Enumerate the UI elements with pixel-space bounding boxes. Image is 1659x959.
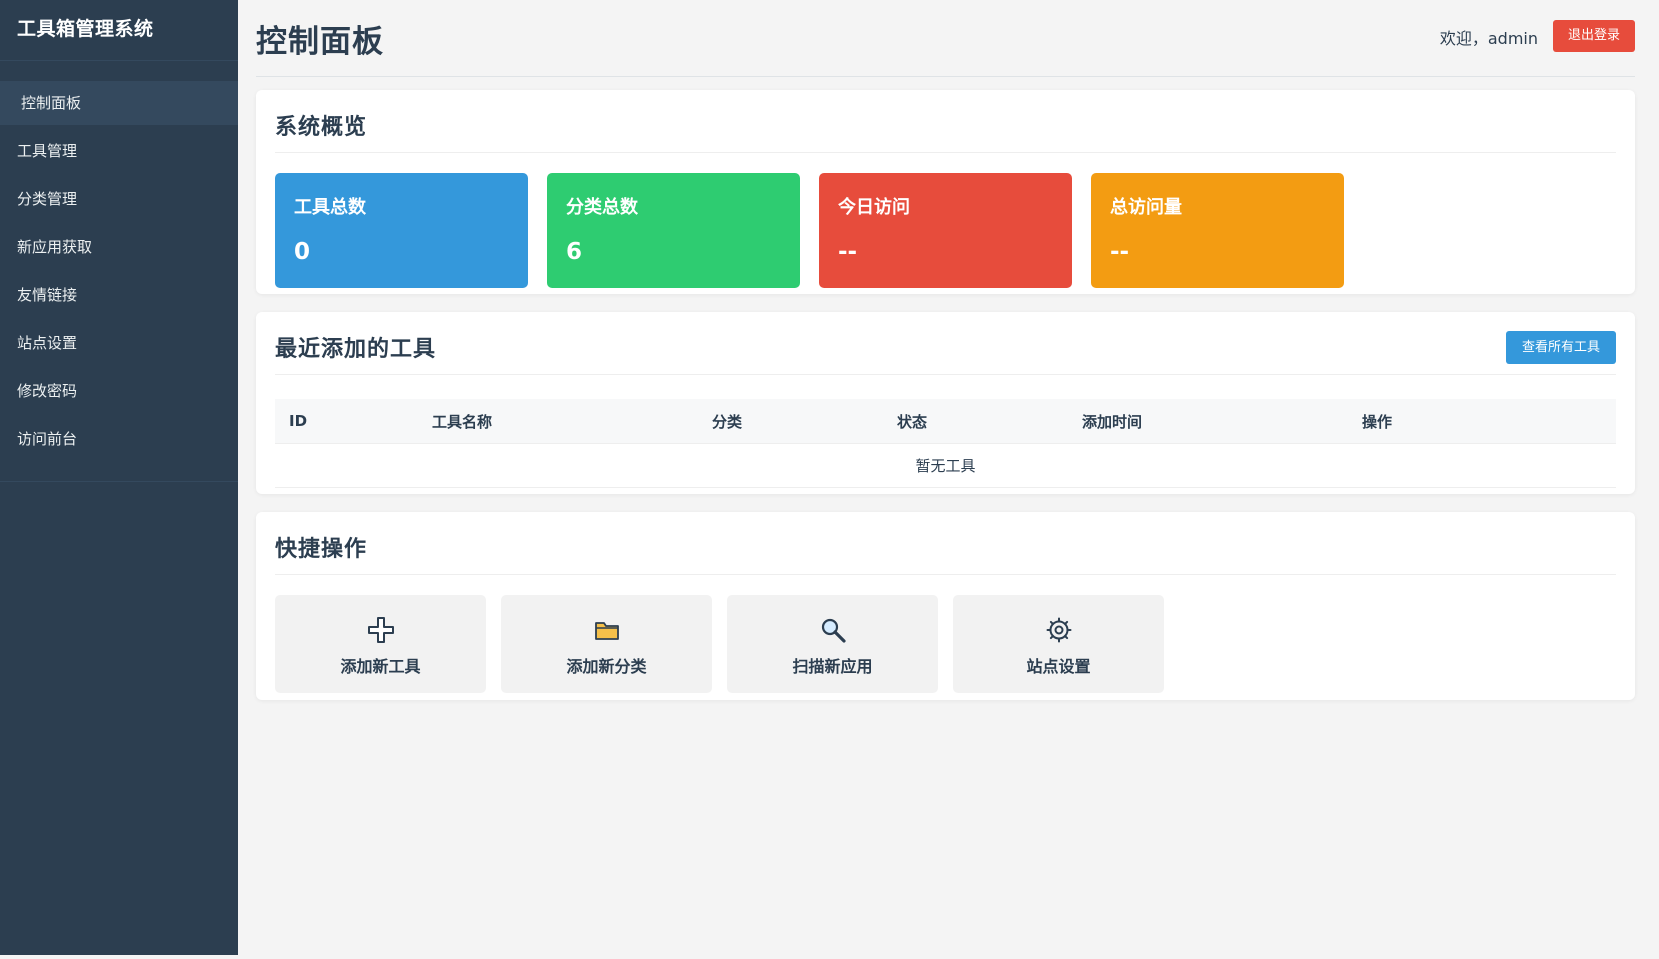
sidebar-nav: 控制面板 工具管理 分类管理 新应用获取 友情链接 站点设置 修改密码 访问前台 — [0, 81, 238, 482]
tools-table: ID 工具名称 分类 状态 添加时间 操作 暂无工具 — [275, 399, 1616, 488]
sidebar-item-tools[interactable]: 工具管理 — [0, 129, 238, 173]
action-label: 添加新工具 — [340, 657, 421, 676]
overview-title: 系统概览 — [275, 115, 368, 140]
gear-icon — [953, 615, 1164, 645]
recent-tools-card: 最近添加的工具 查看所有工具 ID 工具名称 分类 状态 添加时间 操作 暂无工… — [256, 312, 1635, 494]
plus-icon — [275, 615, 486, 645]
recent-tools-title: 最近添加的工具 — [275, 337, 437, 362]
site-settings-button[interactable]: 站点设置 — [953, 595, 1164, 693]
column-header-actions[interactable]: 操作 — [1362, 399, 1616, 444]
logout-button[interactable]: 退出登录 — [1553, 20, 1635, 52]
column-header-status[interactable]: 状态 — [897, 399, 1082, 444]
stat-value: -- — [838, 239, 858, 265]
app-window: 工具箱管理系统 控制面板 工具管理 分类管理 新应用获取 友情链接 站点设置 修… — [0, 0, 1659, 959]
scan-apps-button[interactable]: 扫描新应用 — [727, 595, 938, 693]
sidebar-item-categories[interactable]: 分类管理 — [0, 177, 238, 221]
add-tool-button[interactable]: 添加新工具 — [275, 595, 486, 693]
column-header-id[interactable]: ID — [275, 399, 432, 444]
action-label: 站点设置 — [1026, 657, 1091, 676]
folder-icon — [501, 615, 712, 645]
welcome-text: 欢迎，admin — [1439, 29, 1538, 48]
page-title: 控制面板 — [256, 24, 384, 60]
quick-actions-header: 快捷操作 — [275, 512, 1616, 575]
stat-label: 总访问量 — [1110, 197, 1182, 218]
action-label: 扫描新应用 — [792, 657, 873, 676]
stat-value: 0 — [294, 239, 311, 265]
stat-card-total-visits: 总访问量 -- — [1091, 173, 1344, 288]
sidebar-item-dashboard[interactable]: 控制面板 — [0, 81, 238, 125]
magnifier-icon — [727, 615, 938, 645]
stat-label: 分类总数 — [566, 197, 638, 218]
app-title: 工具箱管理系统 — [0, 0, 238, 61]
stat-label: 工具总数 — [294, 197, 366, 218]
main-content: 控制面板 欢迎，admin 退出登录 系统概览 工具总数 0 分类总数 6 今日… — [238, 0, 1655, 955]
overview-card: 系统概览 工具总数 0 分类总数 6 今日访问 -- 总访问量 -- — [256, 90, 1635, 294]
empty-state-text: 暂无工具 — [275, 443, 1616, 488]
column-header-category[interactable]: 分类 — [712, 399, 897, 444]
add-category-button[interactable]: 添加新分类 — [501, 595, 712, 693]
recent-tools-header: 最近添加的工具 查看所有工具 — [275, 312, 1616, 375]
table-row-empty: 暂无工具 — [275, 443, 1616, 488]
stat-label: 今日访问 — [838, 197, 910, 218]
stat-card-tools: 工具总数 0 — [275, 173, 528, 288]
sidebar: 工具箱管理系统 控制面板 工具管理 分类管理 新应用获取 友情链接 站点设置 修… — [0, 0, 238, 955]
sidebar-item-visit-frontend[interactable]: 访问前台 — [0, 417, 238, 461]
stat-card-today-visits: 今日访问 -- — [819, 173, 1072, 288]
stat-value: 6 — [566, 239, 583, 265]
page-header: 控制面板 欢迎，admin 退出登录 — [256, 0, 1635, 77]
view-all-tools-button[interactable]: 查看所有工具 — [1506, 331, 1616, 364]
column-header-added-time[interactable]: 添加时间 — [1082, 399, 1362, 444]
stat-card-categories: 分类总数 6 — [547, 173, 800, 288]
sidebar-item-site-settings[interactable]: 站点设置 — [0, 321, 238, 365]
quick-actions-card: 快捷操作 添加新工具 添加新分类 扫描新应用 站点设置 — [256, 512, 1635, 700]
sidebar-item-new-apps[interactable]: 新应用获取 — [0, 225, 238, 269]
table-header-row: ID 工具名称 分类 状态 添加时间 操作 — [275, 399, 1616, 444]
sidebar-item-change-password[interactable]: 修改密码 — [0, 369, 238, 413]
quick-actions-title: 快捷操作 — [275, 537, 368, 562]
overview-header: 系统概览 — [275, 90, 1616, 153]
stat-value: -- — [1110, 239, 1130, 265]
column-header-name[interactable]: 工具名称 — [432, 399, 712, 444]
action-label: 添加新分类 — [566, 657, 647, 676]
sidebar-item-links[interactable]: 友情链接 — [0, 273, 238, 317]
